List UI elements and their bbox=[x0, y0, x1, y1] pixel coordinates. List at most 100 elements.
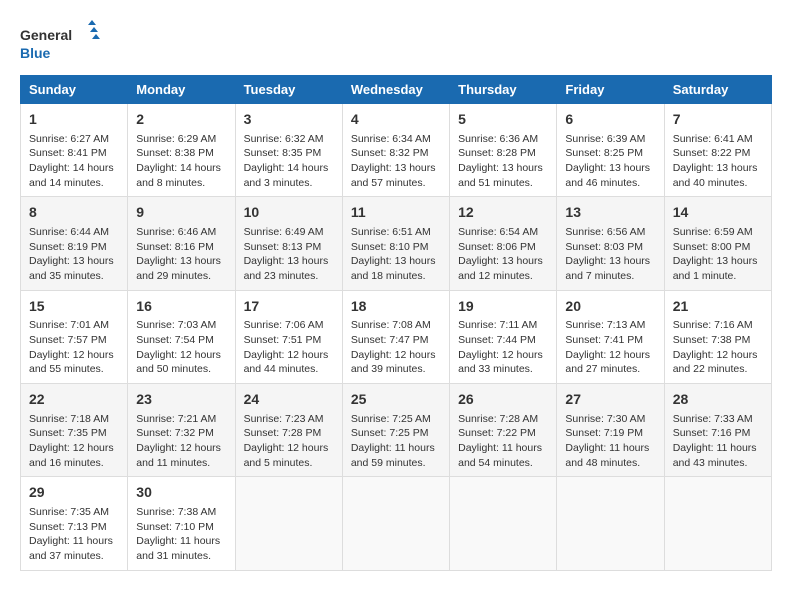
day-number: 28 bbox=[673, 390, 763, 410]
day-number: 17 bbox=[244, 297, 334, 317]
calendar-cell: 24Sunrise: 7:23 AMSunset: 7:28 PMDayligh… bbox=[235, 384, 342, 477]
calendar-cell: 14Sunrise: 6:59 AMSunset: 8:00 PMDayligh… bbox=[664, 197, 771, 290]
calendar-cell: 16Sunrise: 7:03 AMSunset: 7:54 PMDayligh… bbox=[128, 290, 235, 383]
day-info: Sunrise: 7:28 AM bbox=[458, 412, 548, 427]
calendar-cell: 13Sunrise: 6:56 AMSunset: 8:03 PMDayligh… bbox=[557, 197, 664, 290]
day-info: and 31 minutes. bbox=[136, 549, 226, 564]
day-info: Sunrise: 7:11 AM bbox=[458, 318, 548, 333]
day-info: Sunset: 8:41 PM bbox=[29, 146, 119, 161]
day-info: Daylight: 11 hours bbox=[29, 534, 119, 549]
day-info: Sunrise: 7:33 AM bbox=[673, 412, 763, 427]
day-info: Sunset: 8:28 PM bbox=[458, 146, 548, 161]
day-info: Sunset: 8:00 PM bbox=[673, 240, 763, 255]
day-info: Sunrise: 6:49 AM bbox=[244, 225, 334, 240]
day-number: 1 bbox=[29, 110, 119, 130]
calendar-cell: 1Sunrise: 6:27 AMSunset: 8:41 PMDaylight… bbox=[21, 104, 128, 197]
calendar-week-row: 22Sunrise: 7:18 AMSunset: 7:35 PMDayligh… bbox=[21, 384, 772, 477]
day-info: and 5 minutes. bbox=[244, 456, 334, 471]
calendar-cell: 12Sunrise: 6:54 AMSunset: 8:06 PMDayligh… bbox=[450, 197, 557, 290]
day-info: Sunset: 7:38 PM bbox=[673, 333, 763, 348]
day-info: and 50 minutes. bbox=[136, 362, 226, 377]
day-number: 8 bbox=[29, 203, 119, 223]
day-info: Daylight: 12 hours bbox=[136, 441, 226, 456]
calendar-cell: 21Sunrise: 7:16 AMSunset: 7:38 PMDayligh… bbox=[664, 290, 771, 383]
logo: General Blue bbox=[20, 20, 100, 65]
day-info: Sunset: 7:44 PM bbox=[458, 333, 548, 348]
calendar-cell bbox=[342, 477, 449, 570]
calendar-cell: 8Sunrise: 6:44 AMSunset: 8:19 PMDaylight… bbox=[21, 197, 128, 290]
day-info: Daylight: 13 hours bbox=[673, 254, 763, 269]
day-info: Sunset: 7:28 PM bbox=[244, 426, 334, 441]
day-number: 15 bbox=[29, 297, 119, 317]
calendar-cell: 15Sunrise: 7:01 AMSunset: 7:57 PMDayligh… bbox=[21, 290, 128, 383]
calendar-cell bbox=[664, 477, 771, 570]
day-info: and 1 minute. bbox=[673, 269, 763, 284]
day-info: and 18 minutes. bbox=[351, 269, 441, 284]
day-info: Daylight: 13 hours bbox=[565, 161, 655, 176]
day-info: Sunrise: 7:06 AM bbox=[244, 318, 334, 333]
day-info: and 27 minutes. bbox=[565, 362, 655, 377]
calendar-cell: 25Sunrise: 7:25 AMSunset: 7:25 PMDayligh… bbox=[342, 384, 449, 477]
day-info: Sunset: 8:16 PM bbox=[136, 240, 226, 255]
day-info: and 33 minutes. bbox=[458, 362, 548, 377]
page-header: General Blue bbox=[20, 20, 772, 65]
calendar-cell: 28Sunrise: 7:33 AMSunset: 7:16 PMDayligh… bbox=[664, 384, 771, 477]
day-info: Daylight: 14 hours bbox=[244, 161, 334, 176]
day-info: Sunrise: 6:39 AM bbox=[565, 132, 655, 147]
day-number: 27 bbox=[565, 390, 655, 410]
day-info: and 23 minutes. bbox=[244, 269, 334, 284]
weekday-label: Sunday bbox=[21, 76, 128, 104]
day-info: Sunrise: 7:01 AM bbox=[29, 318, 119, 333]
day-info: Daylight: 11 hours bbox=[673, 441, 763, 456]
day-info: Sunrise: 6:56 AM bbox=[565, 225, 655, 240]
day-number: 30 bbox=[136, 483, 226, 503]
day-info: Sunrise: 6:51 AM bbox=[351, 225, 441, 240]
day-info: Daylight: 13 hours bbox=[673, 161, 763, 176]
calendar-cell: 27Sunrise: 7:30 AMSunset: 7:19 PMDayligh… bbox=[557, 384, 664, 477]
day-info: Daylight: 12 hours bbox=[136, 348, 226, 363]
day-info: Sunset: 8:10 PM bbox=[351, 240, 441, 255]
day-info: Sunrise: 7:08 AM bbox=[351, 318, 441, 333]
day-number: 26 bbox=[458, 390, 548, 410]
day-info: Sunset: 7:19 PM bbox=[565, 426, 655, 441]
day-info: Sunset: 7:32 PM bbox=[136, 426, 226, 441]
calendar-cell: 30Sunrise: 7:38 AMSunset: 7:10 PMDayligh… bbox=[128, 477, 235, 570]
day-info: Sunset: 7:57 PM bbox=[29, 333, 119, 348]
day-number: 19 bbox=[458, 297, 548, 317]
day-info: and 59 minutes. bbox=[351, 456, 441, 471]
day-number: 3 bbox=[244, 110, 334, 130]
calendar-cell: 11Sunrise: 6:51 AMSunset: 8:10 PMDayligh… bbox=[342, 197, 449, 290]
day-info: Sunrise: 6:36 AM bbox=[458, 132, 548, 147]
day-info: Sunset: 7:13 PM bbox=[29, 520, 119, 535]
day-info: Sunrise: 6:41 AM bbox=[673, 132, 763, 147]
day-info: Daylight: 11 hours bbox=[458, 441, 548, 456]
day-info: Daylight: 13 hours bbox=[565, 254, 655, 269]
day-number: 21 bbox=[673, 297, 763, 317]
logo-svg: General Blue bbox=[20, 20, 100, 65]
calendar-cell: 26Sunrise: 7:28 AMSunset: 7:22 PMDayligh… bbox=[450, 384, 557, 477]
day-number: 5 bbox=[458, 110, 548, 130]
day-info: and 37 minutes. bbox=[29, 549, 119, 564]
day-info: and 39 minutes. bbox=[351, 362, 441, 377]
day-info: Sunrise: 7:18 AM bbox=[29, 412, 119, 427]
day-info: Sunset: 8:03 PM bbox=[565, 240, 655, 255]
day-info: Daylight: 12 hours bbox=[244, 441, 334, 456]
calendar-cell: 9Sunrise: 6:46 AMSunset: 8:16 PMDaylight… bbox=[128, 197, 235, 290]
day-info: Sunset: 8:06 PM bbox=[458, 240, 548, 255]
day-info: and 43 minutes. bbox=[673, 456, 763, 471]
day-info: and 22 minutes. bbox=[673, 362, 763, 377]
day-info: Daylight: 13 hours bbox=[351, 161, 441, 176]
day-number: 2 bbox=[136, 110, 226, 130]
day-info: and 12 minutes. bbox=[458, 269, 548, 284]
day-info: and 44 minutes. bbox=[244, 362, 334, 377]
day-number: 10 bbox=[244, 203, 334, 223]
day-info: Daylight: 12 hours bbox=[351, 348, 441, 363]
calendar-cell: 4Sunrise: 6:34 AMSunset: 8:32 PMDaylight… bbox=[342, 104, 449, 197]
calendar-cell: 2Sunrise: 6:29 AMSunset: 8:38 PMDaylight… bbox=[128, 104, 235, 197]
day-info: and 54 minutes. bbox=[458, 456, 548, 471]
day-number: 4 bbox=[351, 110, 441, 130]
day-info: Daylight: 12 hours bbox=[565, 348, 655, 363]
day-info: and 11 minutes. bbox=[136, 456, 226, 471]
day-info: Sunset: 7:41 PM bbox=[565, 333, 655, 348]
day-info: and 51 minutes. bbox=[458, 176, 548, 191]
